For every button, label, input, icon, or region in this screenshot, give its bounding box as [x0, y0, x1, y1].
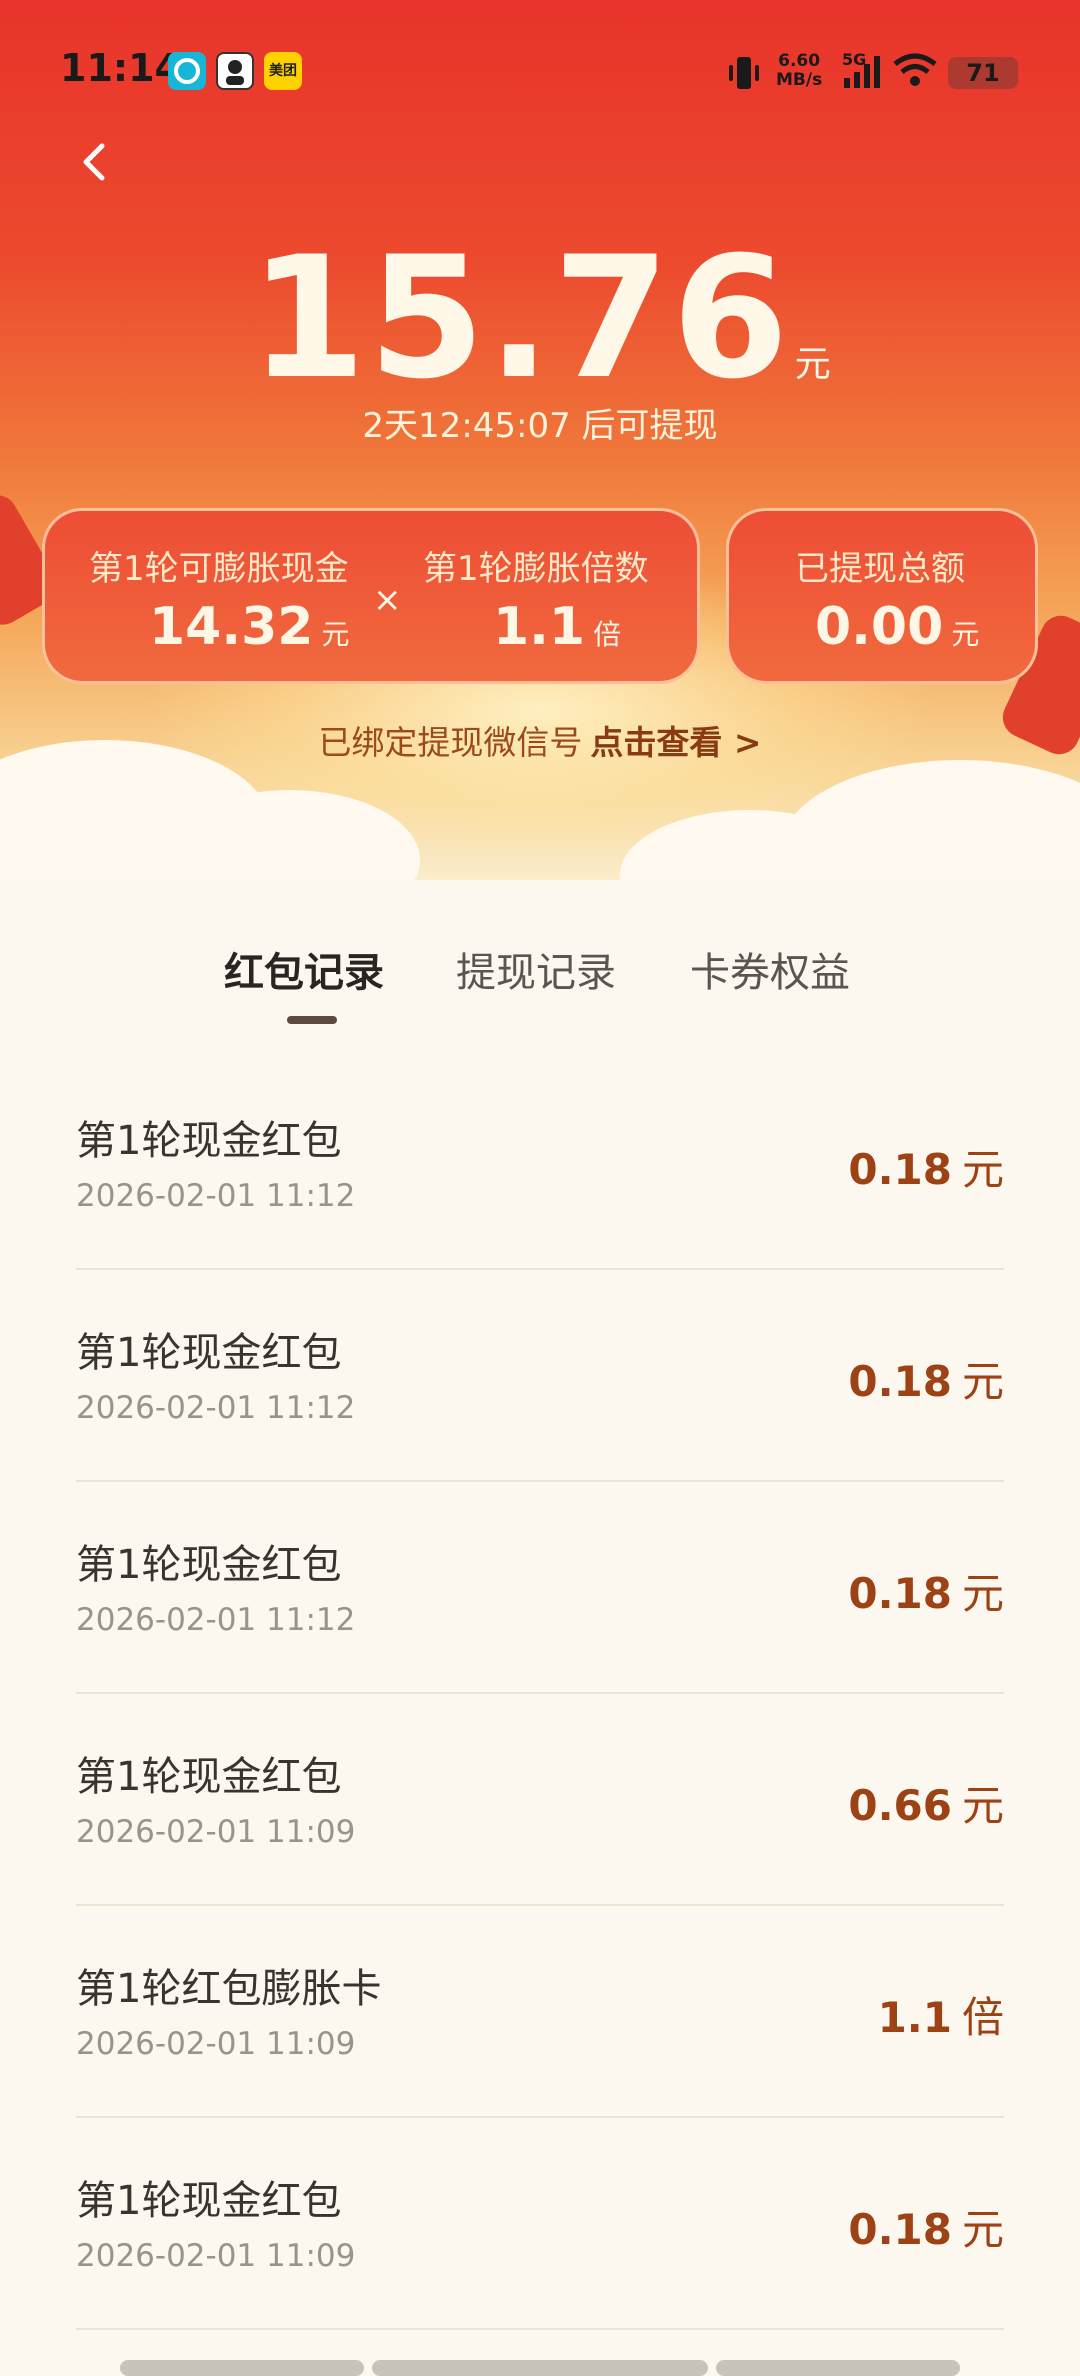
avatar-app-icon — [216, 52, 254, 90]
list-item[interactable]: 第1轮现金红包 2026-02-01 11:12 0.18 元 — [76, 1482, 1004, 1694]
record-title: 第1轮现金红包 — [76, 1542, 342, 1588]
balance-value: 15.76 — [249, 220, 791, 416]
view-link[interactable]: 点击查看 > — [590, 723, 761, 762]
compass-app-icon — [168, 52, 206, 90]
status-time: 11:14 — [60, 46, 181, 90]
record-title: 第1轮现金红包 — [76, 1118, 342, 1164]
list-item[interactable]: 第1轮现金红包 2026-02-01 11:09 0.18 元 — [76, 2118, 1004, 2330]
record-tabs: 红包记录 提现记录 卡券权益 — [0, 940, 1080, 1020]
expandable-cash-value: 14.32 元 — [149, 597, 350, 657]
bottom-nav-segment-3 — [716, 2360, 960, 2376]
record-date: 2026-02-01 11:09 — [76, 1814, 356, 1850]
record-date: 2026-02-01 11:09 — [76, 2026, 356, 2062]
chevron-left-icon — [83, 143, 105, 181]
record-list: 第1轮现金红包 2026-02-01 11:12 0.18 元 第1轮现金红包 2… — [76, 1058, 1004, 2330]
record-date: 2026-02-01 11:09 — [76, 2238, 356, 2274]
record-date: 2026-02-01 11:12 — [76, 1178, 356, 1214]
balance-amount: 15.76 元 — [0, 220, 1080, 416]
multiplier-value: 1.1 倍 — [493, 597, 622, 657]
record-amount: 0.18 元 — [848, 1357, 1004, 1406]
network-speed: 6.60 MB/s — [776, 51, 823, 90]
withdrawn-value: 0.00 元 — [815, 597, 980, 657]
vibrate-icon — [724, 55, 764, 95]
record-title: 第1轮现金红包 — [76, 1754, 342, 1800]
list-item[interactable]: 第1轮红包膨胀卡 2026-02-01 11:09 1.1 倍 — [76, 1906, 1004, 2118]
meituan-app-icon: 美团 — [264, 52, 302, 90]
status-bar: 11:14 美团 6.60 MB/s 5G 71 — [0, 0, 1080, 140]
record-title: 第1轮现金红包 — [76, 1330, 342, 1376]
list-item[interactable]: 第1轮现金红包 2026-02-01 11:12 0.18 元 — [76, 1270, 1004, 1482]
balance-unit: 元 — [794, 344, 831, 385]
multiplier-label: 第1轮膨胀倍数 — [423, 549, 649, 589]
list-item[interactable]: 第1轮现金红包 2026-02-01 11:09 0.66 元 — [76, 1694, 1004, 1906]
tab-red-packet-records[interactable]: 红包记录 — [224, 940, 384, 998]
wifi-icon — [892, 52, 938, 92]
expand-info-card: 第1轮可膨胀现金 14.32 元 第1轮膨胀倍数 1.1 倍 — [42, 508, 700, 684]
record-amount: 0.66 元 — [848, 1781, 1004, 1830]
record-date: 2026-02-01 11:12 — [76, 1602, 356, 1638]
tab-withdraw-records[interactable]: 提现记录 — [456, 940, 616, 998]
multiply-sign: × — [373, 580, 402, 620]
record-title: 第1轮红包膨胀卡 — [76, 1966, 382, 2012]
record-date: 2026-02-01 11:12 — [76, 1390, 356, 1426]
withdrawn-total-card: 已提现总额 0.00 元 — [726, 508, 1038, 684]
bottom-nav-segment-2 — [372, 2360, 708, 2376]
expandable-cash-label: 第1轮可膨胀现金 — [89, 549, 349, 589]
tab-coupon-benefits[interactable]: 卡券权益 — [690, 940, 850, 998]
list-item[interactable]: 第1轮现金红包 2026-02-01 11:12 0.18 元 — [76, 1058, 1004, 1270]
bottom-nav-segment-1 — [120, 2360, 364, 2376]
record-amount: 0.18 元 — [848, 1145, 1004, 1194]
bind-notice-text: 已绑定提现微信号 — [318, 723, 583, 762]
back-button[interactable] — [74, 140, 118, 184]
record-amount: 1.1 倍 — [877, 1993, 1004, 2042]
record-title: 第1轮现金红包 — [76, 2178, 342, 2224]
withdrawn-label: 已提现总额 — [795, 549, 965, 589]
battery-indicator: 71 — [948, 57, 1018, 89]
record-amount: 0.18 元 — [848, 2205, 1004, 2254]
withdraw-countdown: 2天12:45:07 后可提现 — [362, 406, 718, 446]
record-amount: 0.18 元 — [848, 1569, 1004, 1618]
active-tab-indicator — [287, 1016, 337, 1024]
wechat-bind-notice[interactable]: 已绑定提现微信号 点击查看 > — [0, 716, 1080, 764]
